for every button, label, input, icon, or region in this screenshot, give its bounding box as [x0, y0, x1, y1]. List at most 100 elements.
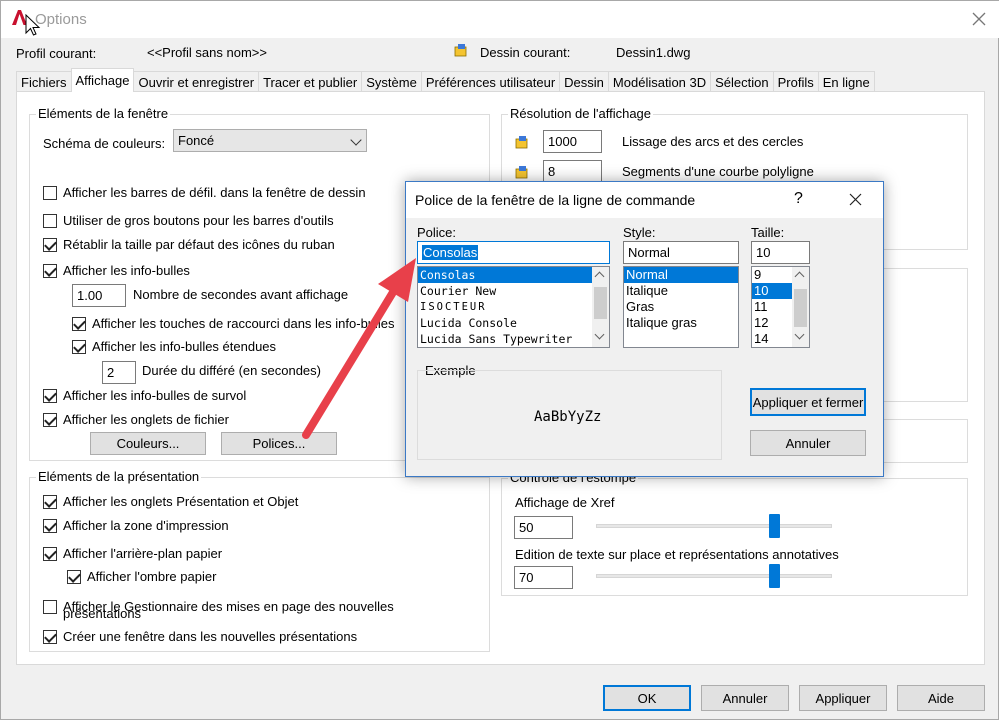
checkbox-checked[interactable]	[43, 263, 57, 278]
font-list-item[interactable]: Consolas	[418, 267, 609, 283]
tab-systeme[interactable]: Système	[361, 71, 422, 92]
cancel-button[interactable]: Annuler	[701, 685, 789, 711]
checkbox-checked[interactable]	[67, 569, 81, 584]
cb-print-area-label: Afficher la zone d'impression	[63, 518, 229, 533]
drawing-value: Dessin1.dwg	[616, 45, 691, 60]
dialog-cancel-button[interactable]: Annuler	[750, 430, 866, 456]
font-list[interactable]: Consolas Courier New ISOCTEUR Lucida Con…	[417, 266, 610, 348]
close-icon[interactable]	[849, 193, 862, 206]
checkbox-checked[interactable]	[43, 629, 57, 644]
cb-page-setup-label-2: présentations	[63, 606, 142, 621]
ok-button[interactable]: OK	[603, 685, 691, 711]
cb-file-tabs[interactable]: Afficher les onglets de fichier	[43, 412, 229, 427]
size-list[interactable]: 9 10 11 12 14	[751, 266, 810, 348]
apply-close-button[interactable]: Appliquer et fermer	[750, 388, 866, 416]
tab-tracer-publier[interactable]: Tracer et publier	[258, 71, 363, 92]
drawing-saved-icon	[515, 136, 528, 149]
arc-smoothness-input[interactable]: 1000	[543, 130, 602, 153]
scroll-thumb[interactable]	[594, 287, 607, 319]
cb-file-tabs-label: Afficher les onglets de fichier	[63, 412, 229, 427]
help-icon[interactable]: ?	[794, 190, 803, 208]
scroll-up-icon[interactable]	[794, 271, 805, 282]
font-list-item[interactable]: Courier New	[418, 283, 609, 299]
tab-selection[interactable]: Sélection	[710, 71, 774, 92]
tab-en-ligne[interactable]: En ligne	[817, 71, 875, 92]
checkbox-checked[interactable]	[72, 316, 86, 331]
tab-preferences[interactable]: Préférences utilisateur	[420, 71, 561, 92]
cb-new-viewport[interactable]: Créer une fenêtre dans les nouvelles pré…	[43, 629, 357, 644]
tab-strip: Fichiers Affichage Ouvrir et enregistrer…	[16, 68, 875, 92]
checkbox-checked[interactable]	[43, 518, 57, 533]
checkbox[interactable]	[43, 213, 57, 228]
tab-ouvrir-enregistrer[interactable]: Ouvrir et enregistrer	[133, 71, 260, 92]
scroll-down-icon[interactable]	[794, 329, 805, 340]
size-input[interactable]: 10	[751, 241, 810, 264]
checkbox[interactable]	[43, 599, 57, 614]
font-list-item[interactable]: ISOCTEUR	[418, 299, 609, 315]
cb-extended-label: Afficher les info-bulles étendues	[92, 339, 277, 354]
tab-modelisation-3d[interactable]: Modélisation 3D	[607, 71, 712, 92]
font-input[interactable]: Consolas	[417, 241, 610, 264]
inplace-fade-input[interactable]: 70	[514, 566, 573, 589]
annotation-arrow-icon	[302, 258, 416, 439]
polyline-segments-input[interactable]: 8	[543, 160, 602, 183]
cb-scrollbars[interactable]: Afficher les barres de défil. dans la fe…	[43, 185, 366, 200]
checkbox-checked[interactable]	[43, 494, 57, 509]
cb-rollover[interactable]: Afficher les info-bulles de survol	[43, 388, 246, 403]
tab-dessin[interactable]: Dessin	[559, 71, 609, 92]
seconds-input[interactable]: 1.00	[72, 284, 126, 307]
style-list-item[interactable]: Italique	[624, 283, 738, 299]
checkbox-checked[interactable]	[43, 546, 57, 561]
fade-control-group: Contrôle de l'estompe Affichage de Xref …	[501, 470, 968, 596]
delay-input[interactable]: 2	[102, 361, 136, 384]
cb-paper-bg-label: Afficher l'arrière-plan papier	[63, 546, 223, 561]
scroll-down-icon[interactable]	[594, 329, 605, 340]
cb-paper-bg[interactable]: Afficher l'arrière-plan papier	[43, 546, 222, 561]
checkbox-checked[interactable]	[72, 339, 86, 354]
checkbox[interactable]	[43, 185, 57, 200]
cb-new-viewport-label: Créer une fenêtre dans les nouvelles pré…	[63, 629, 358, 644]
scroll-thumb[interactable]	[794, 289, 807, 327]
font-list-scrollbar[interactable]	[592, 267, 609, 347]
cb-large-buttons[interactable]: Utiliser de gros boutons pour les barres…	[43, 213, 334, 228]
cb-layout-tabs[interactable]: Afficher les onglets Présentation et Obj…	[43, 494, 298, 509]
color-scheme-select[interactable]: Foncé	[173, 129, 367, 152]
close-icon[interactable]	[972, 12, 986, 26]
style-list-item[interactable]: Normal	[624, 267, 738, 283]
size-label: Taille:	[751, 225, 785, 240]
cb-layout-tabs-label: Afficher les onglets Présentation et Obj…	[63, 494, 299, 509]
cb-extended[interactable]: Afficher les info-bulles étendues	[72, 339, 276, 354]
profile-value: <<Profil sans nom>>	[147, 45, 267, 60]
style-list-item[interactable]: Italique gras	[624, 315, 738, 331]
display-resolution-title: Résolution de l'affichage	[508, 106, 654, 121]
drawing-icon	[454, 44, 467, 57]
cb-tooltips[interactable]: Afficher les info-bulles	[43, 263, 190, 278]
font-list-item[interactable]: Lucida Console	[418, 315, 609, 331]
apply-button[interactable]: Appliquer	[799, 685, 887, 711]
size-list-scrollbar[interactable]	[792, 267, 809, 347]
cb-print-area[interactable]: Afficher la zone d'impression	[43, 518, 229, 533]
style-list[interactable]: Normal Italique Gras Italique gras	[623, 266, 739, 348]
inplace-fade-slider[interactable]	[769, 564, 780, 588]
checkbox-checked[interactable]	[43, 237, 57, 252]
help-button[interactable]: Aide	[897, 685, 985, 711]
window-title: Options	[35, 11, 87, 28]
checkbox-checked[interactable]	[43, 388, 57, 403]
scroll-up-icon[interactable]	[594, 271, 605, 282]
tab-profils[interactable]: Profils	[772, 71, 819, 92]
title-bar: Options	[1, 1, 999, 38]
tab-affichage[interactable]: Affichage	[70, 68, 135, 92]
layout-elements-title: Eléments de la présentation	[36, 469, 202, 484]
tab-fichiers[interactable]: Fichiers	[16, 71, 72, 92]
style-input[interactable]: Normal	[623, 241, 739, 264]
xref-fade-track[interactable]	[596, 524, 832, 528]
cb-paper-shadow[interactable]: Afficher l'ombre papier	[67, 569, 216, 584]
font-list-item[interactable]: Lucida Sans Typewriter	[418, 331, 609, 347]
font-input-value: Consolas	[422, 245, 479, 260]
checkbox-checked[interactable]	[43, 412, 57, 427]
xref-fade-slider[interactable]	[769, 514, 780, 538]
style-list-item[interactable]: Gras	[624, 299, 738, 315]
inplace-fade-track[interactable]	[596, 574, 832, 578]
xref-fade-input[interactable]: 50	[514, 516, 573, 539]
colors-button[interactable]: Couleurs...	[90, 432, 206, 455]
